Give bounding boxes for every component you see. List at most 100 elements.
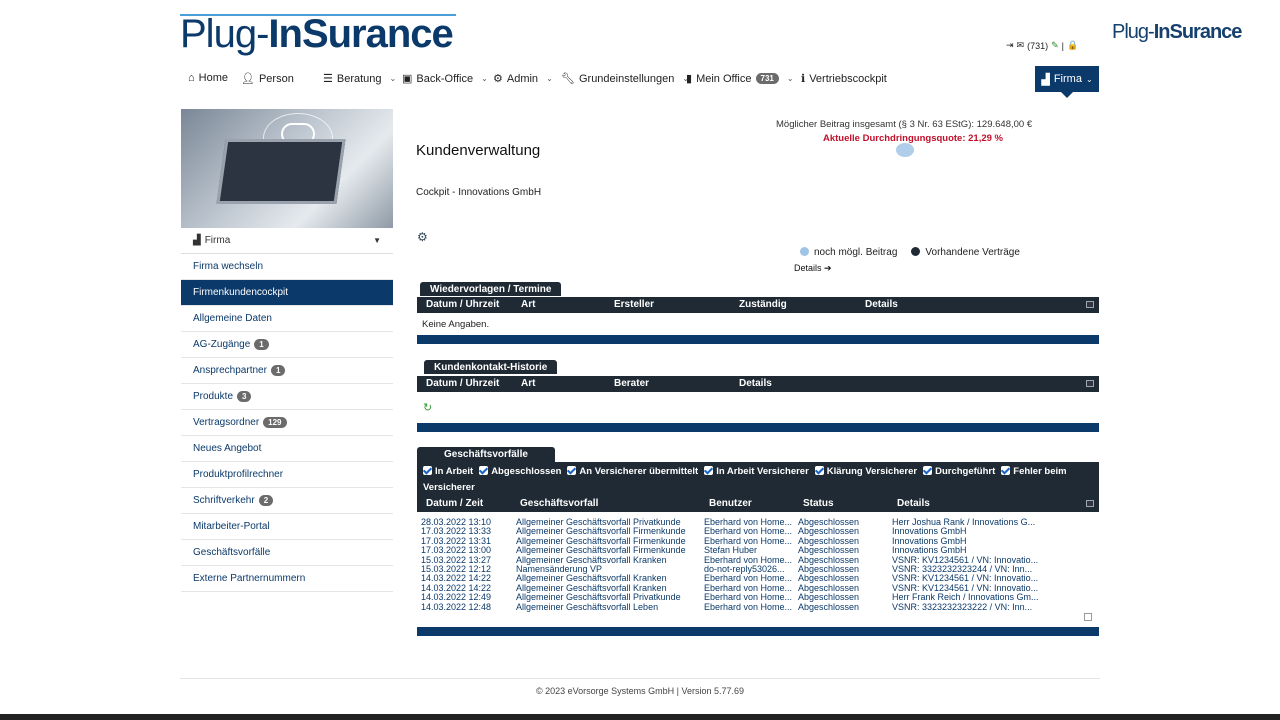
table-row[interactable]: 14.03.2022 14:22 Allgemeiner Geschäftsvor…	[421, 584, 1101, 593]
table-cell: 15.03.2022 13:27	[421, 555, 492, 565]
sidebar-item-label: Produktprofilrechner	[193, 469, 284, 480]
table-row[interactable]: 17.03.2022 13:33 Allgemeiner Geschäftsvor…	[421, 527, 1101, 536]
nav-backoffice[interactable]: ▣ Back-Office ⌄	[402, 72, 488, 86]
col-datum[interactable]: Datum / Uhrzeit	[426, 378, 499, 389]
sidebar-item[interactable]: Allgemeine Daten	[181, 306, 393, 332]
logout-icon[interactable]: ⇥	[1006, 40, 1014, 51]
checkbox-checked-icon[interactable]	[704, 466, 714, 475]
col-status[interactable]: Status	[803, 498, 834, 509]
logo-text-plug: Plug	[180, 12, 257, 56]
col-benutzer[interactable]: Benutzer	[709, 498, 752, 509]
checkbox-checked-icon[interactable]	[814, 466, 824, 475]
tab-kundenkontakt-label: Kundenkontakt-Historie	[434, 361, 548, 373]
checkbox-checked-icon[interactable]	[479, 466, 489, 475]
sidebar-item[interactable]: Mitarbeiter-Portal	[181, 514, 393, 540]
col-art[interactable]: Art	[521, 378, 535, 389]
status-filter-checkbox[interactable]: Klärung Versicherer	[814, 466, 917, 477]
collapse-toggle-icon[interactable]	[1086, 500, 1094, 507]
col-zustaendig[interactable]: Zuständig	[739, 299, 787, 310]
status-filter-checkbox[interactable]: In Arbeit Versicherer	[704, 466, 809, 477]
mail-count[interactable]: (731)	[1027, 41, 1048, 51]
col-berater[interactable]: Berater	[614, 378, 649, 389]
table-cell: Abgeschlossen	[798, 536, 860, 546]
status-filter-label: An Versicherer übermittelt	[579, 466, 699, 477]
sidebar-item[interactable]: Firma wechseln	[181, 254, 393, 280]
sidebar-item[interactable]: Vertragsordner 129	[181, 410, 393, 436]
col-details[interactable]: Details	[897, 498, 930, 509]
table-cell: Innovations GmbH	[892, 536, 967, 546]
mail-icon[interactable]: ✉	[1017, 40, 1025, 51]
col-datum[interactable]: Datum / Uhrzeit	[426, 299, 499, 310]
details-link[interactable]: Details ➔	[794, 263, 832, 274]
table-row[interactable]: 15.03.2022 13:27 Allgemeiner Geschäftsvor…	[421, 556, 1101, 565]
sidebar-item[interactable]: Geschäftsvorfälle	[181, 540, 393, 566]
table-cell: Allgemeiner Geschäftsvorfall Kranken	[516, 555, 667, 565]
table-cell: Eberhard von Home...	[704, 536, 793, 546]
nav-admin[interactable]: ⚙ Admin ⌄	[493, 72, 553, 86]
checkbox-checked-icon[interactable]	[923, 466, 933, 475]
col-details[interactable]: Details	[739, 378, 772, 389]
sidebar-item[interactable]: Produkte 3	[181, 384, 393, 410]
col-ersteller[interactable]: Ersteller	[614, 299, 654, 310]
table-cell: do-not-reply53026...	[704, 564, 785, 574]
nav-person[interactable]: 👤︎ Person	[241, 72, 294, 86]
nav-meinoffice[interactable]: ▮ Mein Office 731 ⌄	[686, 72, 794, 86]
collapse-toggle-icon[interactable]	[1086, 301, 1094, 308]
sidebar-item-label: AG-Zugänge	[193, 339, 251, 350]
table-cell: Abgeschlossen	[798, 574, 860, 584]
nav-grundeinstellungen[interactable]: 🔧︎ Grundeinstellungen ⌄	[561, 72, 689, 86]
col-datum-zeit[interactable]: Datum / Zeit	[426, 498, 483, 509]
tab-kundenkontakt[interactable]: Kundenkontakt-Historie	[424, 360, 558, 374]
table-row[interactable]: 14.03.2022 12:48 Allgemeiner Geschäftsvor…	[421, 603, 1101, 612]
nav-beratung[interactable]: ☰ Beratung ⌄	[323, 72, 396, 86]
collapse-toggle-icon[interactable]	[1086, 380, 1094, 387]
col-details[interactable]: Details	[865, 299, 898, 310]
legend-dot-dark	[911, 247, 921, 256]
col-geschaeftsvorfall[interactable]: Geschäftsvorfall	[520, 498, 598, 509]
empty-message: Keine Angaben.	[422, 319, 490, 330]
refresh-icon[interactable]: ↻	[423, 401, 432, 414]
col-art[interactable]: Art	[521, 299, 535, 310]
lock-icon[interactable]: 🔒	[1067, 40, 1078, 51]
edit-icon[interactable]: ✎	[1051, 40, 1059, 51]
table-cell: Namensänderung VP	[516, 564, 603, 574]
table-row[interactable]: 14.03.2022 14:22 Allgemeiner Geschäftsvor…	[421, 574, 1101, 583]
brand-logo[interactable]: Plug-InSurance	[180, 12, 456, 57]
nav-vertriebscockpit[interactable]: ℹ Vertriebscockpit	[801, 72, 887, 86]
nav-firma-button[interactable]: ▟ Firma ⌄	[1035, 66, 1099, 98]
table-row[interactable]: 14.03.2022 12:49 Allgemeiner Geschäftsvor…	[421, 593, 1101, 602]
gv-table-body: 28.03.2022 13:10 Allgemeiner Geschäftsvor…	[421, 518, 1101, 612]
sidebar-item[interactable]: Produktprofilrechner	[181, 462, 393, 488]
table-cell: Allgemeiner Geschäftsvorfall Privatkunde	[516, 518, 681, 527]
table-cell: Abgeschlossen	[798, 602, 860, 612]
table-row[interactable]: 15.03.2022 12:12 Namensänderung VP do-not-…	[421, 565, 1101, 574]
status-filter-checkbox[interactable]: Abgeschlossen	[479, 466, 561, 477]
tab-geschaeftsvorfaelle[interactable]: Geschäftsvorfälle	[417, 447, 555, 462]
status-filter-checkbox[interactable]: In Arbeit	[423, 466, 473, 477]
logo-underline	[180, 14, 456, 16]
sidebar-item[interactable]: Firmenkundencockpit	[181, 280, 393, 306]
nav-meinoffice-label: Mein Office	[696, 72, 752, 85]
table-row[interactable]: 17.03.2022 13:00 Allgemeiner Geschäftsvor…	[421, 546, 1101, 555]
sidebar-item[interactable]: Neues Angebot	[181, 436, 393, 462]
table-row[interactable]: 17.03.2022 13:31 Allgemeiner Geschäftsvor…	[421, 537, 1101, 546]
refresh-settings-icon[interactable]: ⚙	[417, 230, 428, 244]
nav-home[interactable]: ⌂ Home	[188, 72, 228, 84]
checkbox-checked-icon[interactable]	[1001, 466, 1011, 475]
sidebar-item-badge: 129	[263, 417, 287, 428]
status-filter-checkbox[interactable]: An Versicherer übermittelt	[567, 466, 698, 477]
caret-down-icon: ▼	[373, 236, 381, 245]
checkbox-checked-icon[interactable]	[423, 466, 432, 475]
tab-wiedervorlagen[interactable]: Wiedervorlagen / Termine	[420, 282, 562, 296]
table-row[interactable]: 28.03.2022 13:10 Allgemeiner Geschäftsvor…	[421, 518, 1101, 527]
sidebar-item[interactable]: Externe Partnernummern	[181, 566, 393, 592]
sidebar-item[interactable]: Schriftverkehr 2	[181, 488, 393, 514]
status-filter-checkbox[interactable]: Durchgeführt	[923, 466, 995, 477]
legend-item-vertraege: Vorhandene Verträge	[911, 247, 1020, 258]
checkbox-checked-icon[interactable]	[567, 466, 577, 475]
sidebar-header[interactable]: ▟ Firma ▼	[181, 228, 393, 254]
sidebar-item[interactable]: AG-Zugänge 1	[181, 332, 393, 358]
sidebar-item[interactable]: Ansprechpartner 1	[181, 358, 393, 384]
factory-icon: ▟	[193, 235, 201, 246]
expand-icon[interactable]	[1084, 613, 1092, 621]
